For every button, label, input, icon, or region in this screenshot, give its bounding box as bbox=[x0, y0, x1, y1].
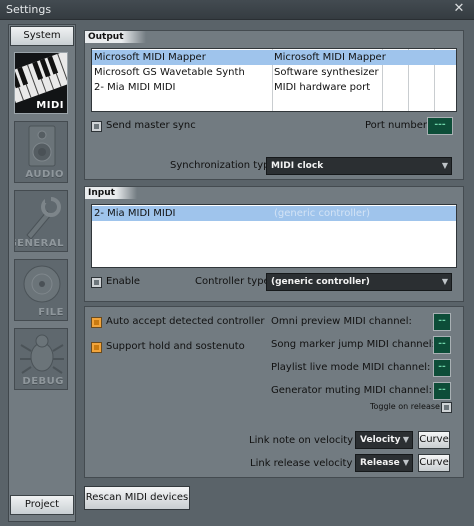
send-master-sync-checkbox[interactable] bbox=[91, 121, 102, 132]
output-device-list[interactable]: Microsoft MIDI Mapper Microsoft MIDI Map… bbox=[91, 48, 457, 112]
list-item[interactable]: 2- Mia MIDI MIDI (generic controller) bbox=[92, 206, 456, 221]
rescan-midi-devices-button[interactable]: Rescan MIDI devices bbox=[84, 486, 190, 510]
sidebar-item-label: DEBUG bbox=[22, 376, 64, 387]
auto-accept-label: Auto accept detected controller bbox=[106, 316, 265, 327]
dropdown-arrow-icon: ▼ bbox=[402, 458, 409, 467]
release-curve-button[interactable]: Curve bbox=[418, 454, 450, 472]
omni-preview-label: Omni preview MIDI channel: bbox=[271, 316, 412, 327]
controller-type-select[interactable]: (generic controller) ▼ bbox=[266, 273, 452, 291]
sidebar-item-debug[interactable]: DEBUG bbox=[14, 328, 68, 390]
generator-muting-label: Generator muting MIDI channel: bbox=[271, 385, 432, 396]
generator-muting-channel-field[interactable]: -- bbox=[433, 382, 451, 400]
sync-type-select[interactable]: MIDI clock ▼ bbox=[266, 157, 452, 175]
sidebar-item-general[interactable]: GENERAL bbox=[14, 190, 68, 252]
title-bar: Settings ✕ bbox=[0, 0, 474, 20]
enable-label: Enable bbox=[106, 276, 141, 287]
midi-options-section: Auto accept detected controller Support … bbox=[84, 306, 464, 478]
sidebar-item-midi[interactable]: MIDI bbox=[14, 52, 68, 114]
link-release-velocity-label: Link release velocity to: bbox=[250, 458, 369, 469]
link-note-velocity-label: Link note on velocity to: bbox=[249, 435, 370, 446]
sidebar-item-label: GENERAL bbox=[15, 238, 64, 249]
sidebar: System MIDI AUDIO ENERAL FILE DEBUG Proj… bbox=[8, 24, 76, 522]
support-hold-label: Support hold and sostenuto bbox=[106, 341, 245, 352]
link-note-velocity-select[interactable]: Velocity ▼ bbox=[355, 431, 413, 449]
sidebar-item-file[interactable]: FILE bbox=[14, 259, 68, 321]
dropdown-arrow-icon: ▼ bbox=[441, 277, 448, 286]
auto-accept-checkbox[interactable] bbox=[91, 317, 102, 328]
song-marker-label: Song marker jump MIDI channel: bbox=[271, 339, 435, 350]
close-icon[interactable]: ✕ bbox=[452, 2, 466, 16]
project-tab[interactable]: Project bbox=[10, 495, 74, 515]
sidebar-item-label: FILE bbox=[38, 307, 64, 318]
sync-type-label: Synchronization type: bbox=[170, 160, 279, 171]
sidebar-item-label: AUDIO bbox=[25, 169, 64, 180]
list-item[interactable]: 2- Mia MIDI MIDI MIDI hardware port bbox=[92, 80, 456, 95]
sidebar-item-label: MIDI bbox=[36, 100, 64, 111]
input-header: Input bbox=[85, 187, 137, 199]
input-device-list[interactable]: 2- Mia MIDI MIDI (generic controller) bbox=[91, 204, 457, 268]
output-header: Output bbox=[85, 31, 146, 43]
link-release-velocity-select[interactable]: Release ▼ bbox=[355, 454, 413, 472]
port-number-field[interactable]: --- bbox=[427, 117, 453, 135]
system-tab[interactable]: System bbox=[10, 26, 74, 46]
list-item[interactable]: Microsoft MIDI Mapper Microsoft MIDI Map… bbox=[92, 50, 456, 65]
controller-type-label: Controller type: bbox=[195, 276, 274, 287]
output-section: Output Microsoft MIDI Mapper Microsoft M… bbox=[84, 30, 464, 180]
omni-preview-channel-field[interactable]: -- bbox=[433, 313, 451, 331]
dropdown-arrow-icon: ▼ bbox=[402, 435, 409, 444]
support-hold-checkbox[interactable] bbox=[91, 342, 102, 353]
port-number-label: Port number: bbox=[365, 120, 431, 131]
send-master-sync-label: Send master sync bbox=[106, 120, 196, 131]
toggle-on-release-checkbox[interactable] bbox=[441, 402, 452, 413]
toggle-on-release-label: Toggle on release bbox=[370, 402, 440, 411]
window-title: Settings bbox=[6, 3, 52, 16]
dropdown-arrow-icon: ▼ bbox=[441, 161, 448, 170]
input-section: Input 2- Mia MIDI MIDI (generic controll… bbox=[84, 186, 464, 302]
enable-checkbox[interactable] bbox=[91, 277, 102, 288]
playlist-live-label: Playlist live mode MIDI channel: bbox=[271, 362, 431, 373]
sidebar-item-audio[interactable]: AUDIO bbox=[14, 121, 68, 183]
note-curve-button[interactable]: Curve bbox=[418, 431, 450, 449]
song-marker-channel-field[interactable]: -- bbox=[433, 336, 451, 354]
playlist-live-channel-field[interactable]: -- bbox=[433, 359, 451, 377]
list-item[interactable]: Microsoft GS Wavetable Synth Software sy… bbox=[92, 65, 456, 80]
